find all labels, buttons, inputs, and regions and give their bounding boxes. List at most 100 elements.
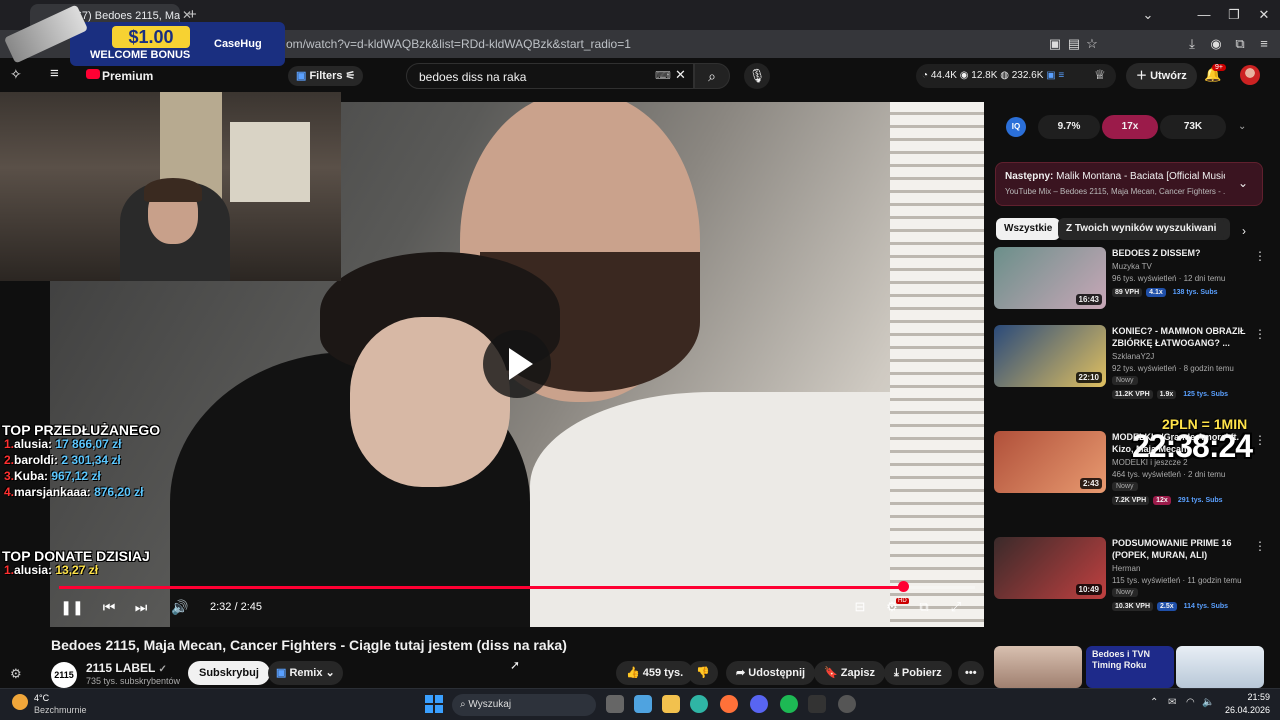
multiplier-stat: 1.9x	[1156, 390, 1177, 399]
next-icon[interactable]: ⏭	[127, 599, 155, 619]
minimize-icon[interactable]: —	[1194, 7, 1214, 22]
up-next-box[interactable]	[995, 162, 1263, 206]
recommendation-thumbnail[interactable]: 2:43	[994, 431, 1106, 493]
start-button[interactable]	[425, 695, 443, 713]
create-label: Utwórz	[1150, 70, 1187, 82]
more-options-icon[interactable]: ⋮	[1254, 433, 1266, 447]
subscribe-button[interactable]: Subskrybuj	[188, 661, 270, 685]
tray-chevron-icon[interactable]: ⌃	[1150, 697, 1158, 708]
filters-button[interactable]: ▣ Filters ⚟	[288, 66, 364, 86]
recommendation-channel[interactable]: Muzyka TV	[1112, 262, 1152, 271]
new-badge: Nowy	[1112, 376, 1138, 385]
subs-stat: 125 tys. Subs	[1183, 391, 1229, 398]
bottom-rec-thumb-1[interactable]	[994, 646, 1082, 688]
recommendation-thumbnail[interactable]: 22:10	[994, 325, 1106, 387]
profile-icon[interactable]: ◉	[1208, 36, 1224, 52]
progress-scrubber[interactable]	[897, 581, 909, 592]
url-field[interactable]: om/watch?v=d-kldWAQBzk&list=RDd-kldWAQBz…	[286, 37, 631, 51]
taskbar-search[interactable]: ⌕ Wyszukaj	[452, 694, 596, 716]
chevron-down-icon[interactable]: ⌄	[1238, 176, 1248, 190]
more-options-icon[interactable]: ⋮	[1254, 249, 1266, 263]
bottom-rec-thumb-3[interactable]	[1176, 646, 1264, 688]
recommendation-title[interactable]: BEDOES Z DISSEM?	[1112, 247, 1250, 259]
recommendation-item[interactable]: 22:10 KONIEC? - MAMMON OBRAZIŁ ZBIÓRKĘ ŁA…	[994, 325, 1266, 425]
clear-search-icon[interactable]: ✕	[675, 67, 686, 83]
weather-moon-icon[interactable]	[12, 694, 28, 710]
share-button[interactable]: ➦ Udostępnij	[726, 661, 816, 685]
recommendation-channel[interactable]: Herman	[1112, 564, 1140, 573]
menu-icon[interactable]: ≡	[1256, 36, 1272, 51]
miniplayer-icon[interactable]: ⧉	[912, 599, 936, 619]
search-button[interactable]: ⌕	[694, 63, 730, 89]
save-button[interactable]: 🔖 Zapisz	[814, 661, 885, 685]
voice-search-button[interactable]: 🎙	[744, 63, 770, 89]
discord-icon[interactable]	[750, 695, 768, 713]
recommendation-thumbnail[interactable]: 16:43	[994, 247, 1106, 309]
fullscreen-icon[interactable]: ⤢	[944, 599, 968, 619]
downloads-icon[interactable]: ⤓	[1184, 36, 1200, 52]
wifi-icon[interactable]: ◠	[1186, 697, 1195, 708]
tray-app-icon[interactable]: ✉	[1168, 697, 1176, 708]
channel-name[interactable]: 2115 LABEL ✓	[86, 661, 167, 675]
chip-search-results[interactable]: Z Twoich wyników wyszukiwania	[1058, 218, 1230, 240]
like-button[interactable]: 👍 459 tys.	[616, 661, 694, 685]
widgets-icon[interactable]	[634, 695, 652, 713]
task-view-icon[interactable]	[606, 695, 624, 713]
remix-button[interactable]: ▣ Remix ⌄	[268, 661, 343, 685]
vidiq-logo[interactable]: IQ	[1006, 117, 1026, 137]
recommendation-item[interactable]: 10:49 PODSUMOWANIE PRIME 16 (POPEK, MURAN…	[994, 537, 1266, 637]
screenshot-icon[interactable]: ▣	[1047, 36, 1063, 52]
recommendation-item[interactable]: 2:43 MODELKI - 'Grande Amore' ft. Kizo, M…	[994, 431, 1266, 531]
more-options-icon[interactable]: ⋮	[1254, 327, 1266, 341]
epic-games-icon[interactable]	[808, 695, 826, 713]
previous-icon[interactable]: ⏮	[95, 599, 123, 619]
recommendation-title[interactable]: KONIEC? - MAMMON OBRAZIŁ ZBIÓRKĘ ŁATWOGA…	[1112, 325, 1250, 349]
edge-icon[interactable]	[690, 695, 708, 713]
recommendation-channel[interactable]: MODELKI i jeszcze 2	[1112, 458, 1188, 467]
trophy-icon[interactable]: ♕	[1094, 67, 1106, 83]
taskbar-date[interactable]: 26.04.2026	[1224, 705, 1270, 715]
more-options-icon[interactable]: ⋮	[1254, 539, 1266, 553]
casehug-promo-overlay: $1.00 WELCOME BONUS CaseHug	[0, 4, 286, 92]
verified-icon: ✓	[158, 664, 167, 675]
weather-temp[interactable]: 4°C	[34, 693, 49, 703]
more-actions-button[interactable]: •••	[958, 661, 984, 685]
overlay-rank: 4.	[4, 485, 15, 499]
spotify-icon[interactable]	[780, 695, 798, 713]
pause-icon[interactable]: ❚❚	[58, 599, 86, 619]
big-play-button[interactable]	[483, 330, 551, 398]
bookmark-star-icon[interactable]: ☆	[1084, 36, 1100, 52]
maximize-icon[interactable]: ❐	[1224, 7, 1244, 23]
recommendation-title[interactable]: MODELKI - 'Grande Amore' ft. Kizo, Maja …	[1112, 431, 1250, 455]
channel-name-text: 2115 LABEL	[86, 661, 156, 675]
taskbar-search-placeholder: Wyszukaj	[468, 699, 512, 710]
firefox-icon[interactable]	[720, 695, 738, 713]
volume-icon[interactable]: 🔊	[166, 599, 194, 619]
file-explorer-icon[interactable]	[662, 695, 680, 713]
dislike-button[interactable]: 👎	[688, 661, 718, 685]
settings-gear-icon[interactable]: ⚙	[10, 666, 22, 682]
recommendation-title[interactable]: PODSUMOWANIE PRIME 16 (POPEK, MURAN, ALI…	[1112, 537, 1250, 561]
chip-all[interactable]: Wszystkie	[996, 218, 1061, 240]
bottom-rec-thumb-2[interactable]: Bedoes i TVN Timing Roku	[1086, 646, 1174, 688]
chip-more[interactable]	[1216, 218, 1224, 240]
taskbar-time[interactable]: 21:59	[1230, 692, 1270, 702]
obs-icon[interactable]	[838, 695, 856, 713]
tab-list-icon[interactable]: ⌄	[1138, 7, 1158, 23]
extensions-icon[interactable]: ⧉	[1232, 36, 1248, 52]
create-button[interactable]: ＋ Utwórz	[1126, 63, 1197, 89]
recommendation-channel[interactable]: SzklanaY2J	[1112, 352, 1154, 361]
channel-avatar[interactable]: 2115	[51, 662, 77, 688]
download-button[interactable]: ⤓ Pobierz	[884, 661, 952, 685]
search-input[interactable]: bedoes diss na raka	[406, 63, 694, 89]
account-avatar[interactable]	[1240, 65, 1260, 85]
keyboard-icon[interactable]: ⌨	[655, 69, 671, 82]
speaker-icon[interactable]: 🔈	[1202, 697, 1214, 708]
reader-icon[interactable]: ▤	[1066, 36, 1082, 52]
subtitles-icon[interactable]: ⊟	[848, 599, 872, 619]
weather-desc[interactable]: Bezchmurnie	[34, 705, 87, 715]
iq-chevron-icon[interactable]: ⌄	[1238, 121, 1246, 132]
close-window-icon[interactable]: ✕	[1254, 7, 1274, 23]
chevron-right-icon[interactable]: ›	[1242, 224, 1246, 238]
recommendation-thumbnail[interactable]: 10:49	[994, 537, 1106, 599]
